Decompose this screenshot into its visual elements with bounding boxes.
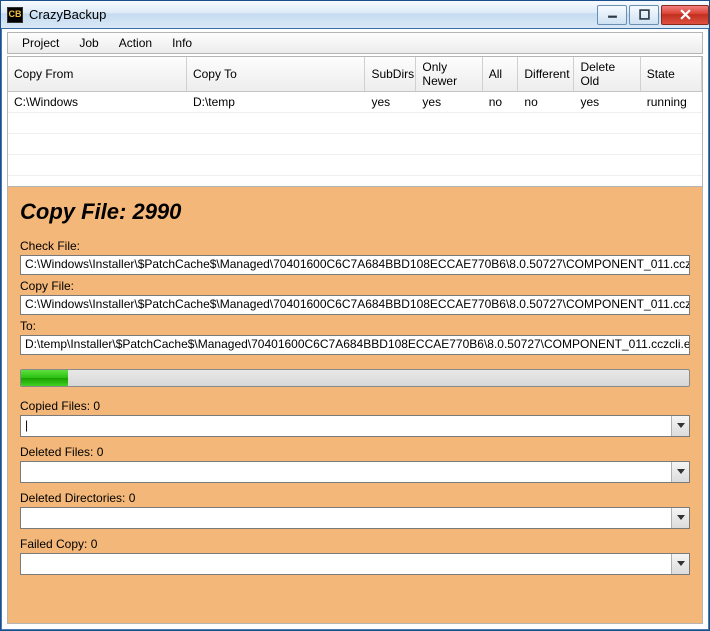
window-title: CrazyBackup xyxy=(29,7,106,22)
content-frame: Copy FromCopy ToSubDirsOnly NewerAllDiff… xyxy=(7,56,703,624)
failed-copy-combo[interactable] xyxy=(20,553,690,575)
chevron-down-icon[interactable] xyxy=(671,416,689,436)
table-row xyxy=(8,176,702,188)
copied-files-combo[interactable]: | xyxy=(20,415,690,437)
maximize-button[interactable] xyxy=(629,5,659,25)
copied-files-label: Copied Files: 0 xyxy=(20,399,690,413)
jobs-table: Copy FromCopy ToSubDirsOnly NewerAllDiff… xyxy=(8,57,702,187)
jobs-grid[interactable]: Copy FromCopy ToSubDirsOnly NewerAllDiff… xyxy=(8,57,702,187)
app-icon: CB xyxy=(7,7,23,23)
progress-bar-fill xyxy=(21,370,68,386)
menu-action[interactable]: Action xyxy=(109,33,162,53)
column-header[interactable]: SubDirs xyxy=(365,57,416,92)
chevron-down-icon[interactable] xyxy=(671,554,689,574)
titlebar[interactable]: CB CrazyBackup xyxy=(1,1,709,29)
column-header[interactable]: Delete Old xyxy=(574,57,640,92)
app-window: CB CrazyBackup Project Job Action Info C… xyxy=(0,0,710,631)
column-header[interactable]: Only Newer xyxy=(416,57,482,92)
deleted-files-label: Deleted Files: 0 xyxy=(20,445,690,459)
column-header[interactable]: State xyxy=(640,57,701,92)
column-header[interactable]: All xyxy=(482,57,518,92)
copy-file-field: C:\Windows\Installer\$PatchCache$\Manage… xyxy=(20,295,690,315)
menubar: Project Job Action Info xyxy=(7,32,703,54)
column-header[interactable]: Different xyxy=(518,57,574,92)
table-header-row: Copy FromCopy ToSubDirsOnly NewerAllDiff… xyxy=(8,57,702,92)
to-field: D:\temp\Installer\$PatchCache$\Managed\7… xyxy=(20,335,690,355)
deleted-dirs-value xyxy=(21,508,671,528)
chevron-down-icon[interactable] xyxy=(671,508,689,528)
deleted-dirs-label: Deleted Directories: 0 xyxy=(20,491,690,505)
check-file-field: C:\Windows\Installer\$PatchCache$\Manage… xyxy=(20,255,690,275)
window-controls xyxy=(595,5,709,25)
close-button[interactable] xyxy=(661,5,709,25)
check-file-label: Check File: xyxy=(20,239,690,253)
to-label: To: xyxy=(20,319,690,333)
close-icon xyxy=(680,9,691,20)
failed-copy-label: Failed Copy: 0 xyxy=(20,537,690,551)
minimize-button[interactable] xyxy=(597,5,627,25)
copied-files-value: | xyxy=(21,416,671,436)
menu-info[interactable]: Info xyxy=(162,33,202,53)
column-header[interactable]: Copy To xyxy=(186,57,364,92)
table-row xyxy=(8,155,702,176)
deleted-files-value xyxy=(21,462,671,482)
copy-file-counter: Copy File: 2990 xyxy=(20,199,690,225)
table-row xyxy=(8,134,702,155)
table-row xyxy=(8,113,702,134)
deleted-files-combo[interactable] xyxy=(20,461,690,483)
progress-bar xyxy=(20,369,690,387)
column-header[interactable]: Copy From xyxy=(8,57,186,92)
status-pane: Copy File: 2990 Check File: C:\Windows\I… xyxy=(8,187,702,623)
menu-project[interactable]: Project xyxy=(12,33,69,53)
failed-copy-value xyxy=(21,554,671,574)
menu-job[interactable]: Job xyxy=(69,33,108,53)
copy-file-label: Copy File: xyxy=(20,279,690,293)
maximize-icon xyxy=(639,9,650,20)
table-row[interactable]: C:\WindowsD:\tempyesyesnonoyesrunning xyxy=(8,92,702,113)
deleted-dirs-combo[interactable] xyxy=(20,507,690,529)
minimize-icon xyxy=(607,9,618,20)
chevron-down-icon[interactable] xyxy=(671,462,689,482)
